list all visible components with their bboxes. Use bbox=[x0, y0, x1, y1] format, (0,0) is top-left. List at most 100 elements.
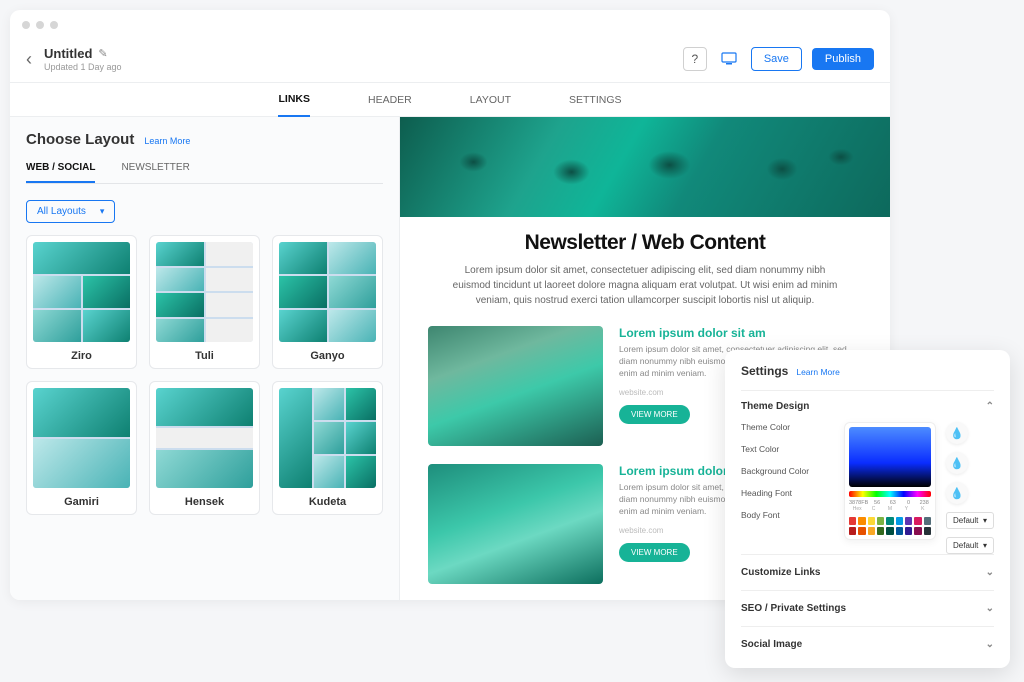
preview-heading: Newsletter / Web Content bbox=[428, 231, 862, 255]
traffic-light-close[interactable] bbox=[22, 21, 30, 29]
preset-swatch[interactable] bbox=[896, 517, 903, 525]
droplet-disabled-icon[interactable]: 💧 bbox=[946, 482, 968, 504]
settings-title: Settings Learn More bbox=[741, 364, 994, 378]
prop-body-font[interactable]: Body Font bbox=[741, 510, 834, 520]
preset-swatch[interactable] bbox=[858, 527, 865, 535]
layout-name: Hensek bbox=[156, 496, 253, 508]
preset-swatch[interactable] bbox=[924, 517, 931, 525]
prop-heading-font[interactable]: Heading Font bbox=[741, 488, 834, 498]
prop-theme-color[interactable]: Theme Color bbox=[741, 422, 834, 432]
subtab-newsletter[interactable]: NEWSLETTER bbox=[121, 162, 189, 183]
theme-properties: Theme Color Text Color Background Color … bbox=[741, 422, 834, 520]
section-label: Social Image bbox=[741, 639, 802, 650]
layout-card-hensek[interactable]: Hensek bbox=[149, 381, 260, 515]
view-more-button[interactable]: VIEW MORE bbox=[619, 543, 690, 562]
chevron-down-icon: ▾ bbox=[983, 541, 987, 550]
chevron-down-icon: ⌄ bbox=[986, 603, 994, 614]
filter-label: All Layouts bbox=[37, 206, 86, 217]
hero-image bbox=[400, 117, 890, 217]
preview-description: Lorem ipsum dolor sit amet, consectetuer… bbox=[445, 263, 845, 308]
view-more-button[interactable]: VIEW MORE bbox=[619, 405, 690, 424]
tab-layout[interactable]: LAYOUT bbox=[470, 84, 511, 116]
preset-swatch[interactable] bbox=[877, 527, 884, 535]
preview-desktop-icon[interactable] bbox=[717, 47, 741, 71]
body-font-select[interactable]: Default▾ bbox=[946, 537, 994, 554]
color-presets[interactable] bbox=[849, 517, 931, 535]
article-image bbox=[428, 464, 603, 584]
article-image bbox=[428, 326, 603, 446]
preset-swatch[interactable] bbox=[849, 517, 856, 525]
layout-card-kudeta[interactable]: Kudeta bbox=[272, 381, 383, 515]
preset-swatch[interactable] bbox=[886, 527, 893, 535]
tab-settings[interactable]: SETTINGS bbox=[569, 84, 622, 116]
layout-card-tuli[interactable]: Tuli bbox=[149, 235, 260, 369]
preset-swatch[interactable] bbox=[914, 527, 921, 535]
droplet-fill-icon[interactable]: 💧 bbox=[946, 422, 968, 444]
settings-title-text: Settings bbox=[741, 364, 788, 378]
layout-grid: Ziro Tuli Ganyo Gamiri Hensek bbox=[26, 235, 383, 515]
chevron-up-icon: ⌃ bbox=[986, 401, 994, 412]
color-gradient[interactable] bbox=[849, 427, 931, 487]
learn-more-link[interactable]: Learn More bbox=[144, 136, 190, 146]
back-button[interactable]: ‹ bbox=[26, 49, 32, 70]
heading-font-select[interactable]: Default▾ bbox=[946, 512, 994, 529]
chevron-down-icon: ▾ bbox=[983, 516, 987, 525]
section-theme-design: Theme Design ⌃ Theme Color Text Color Ba… bbox=[741, 390, 994, 554]
preset-swatch[interactable] bbox=[905, 517, 912, 525]
preset-swatch[interactable] bbox=[905, 527, 912, 535]
hue-slider[interactable] bbox=[849, 491, 931, 497]
tab-links[interactable]: LINKS bbox=[278, 83, 310, 117]
prop-bg-color[interactable]: Background Color bbox=[741, 466, 834, 476]
layout-card-ziro[interactable]: Ziro bbox=[26, 235, 137, 369]
choose-layout-label: Choose Layout bbox=[26, 131, 134, 148]
section-label: SEO / Private Settings bbox=[741, 603, 846, 614]
preset-swatch[interactable] bbox=[886, 517, 893, 525]
title-area: Untitled ✎ Updated 1 Day ago bbox=[44, 46, 671, 72]
page-title: Untitled bbox=[44, 46, 92, 61]
preset-swatch[interactable] bbox=[896, 527, 903, 535]
chevron-down-icon: ▾ bbox=[100, 206, 105, 217]
subtab-web-social[interactable]: WEB / SOCIAL bbox=[26, 162, 95, 183]
chevron-down-icon: ⌄ bbox=[986, 639, 994, 650]
layout-name: Gamiri bbox=[33, 496, 130, 508]
section-customize-links[interactable]: Customize Links ⌄ bbox=[741, 554, 994, 590]
layout-sidebar: Choose Layout Learn More WEB / SOCIAL NE… bbox=[10, 117, 400, 600]
section-label: Customize Links bbox=[741, 567, 820, 578]
window-titlebar bbox=[10, 10, 890, 40]
droplet-outline-icon[interactable]: 💧 bbox=[946, 452, 968, 474]
preset-swatch[interactable] bbox=[868, 517, 875, 525]
color-mode-icons: 💧 💧 💧 Default▾ Default▾ bbox=[946, 422, 994, 554]
layout-card-gamiri[interactable]: Gamiri bbox=[26, 381, 137, 515]
prop-text-color[interactable]: Text Color bbox=[741, 444, 834, 454]
preset-swatch[interactable] bbox=[868, 527, 875, 535]
main-tabs: LINKS HEADER LAYOUT SETTINGS bbox=[10, 83, 890, 117]
color-picker[interactable]: 3878FB 56 63 0 238 Hex C M Y K bbox=[844, 422, 936, 540]
section-head-theme[interactable]: Theme Design ⌃ bbox=[741, 401, 994, 412]
layout-card-ganyo[interactable]: Ganyo bbox=[272, 235, 383, 369]
layout-name: Tuli bbox=[156, 350, 253, 362]
layout-name: Kudeta bbox=[279, 496, 376, 508]
preset-swatch[interactable] bbox=[914, 517, 921, 525]
section-social-image[interactable]: Social Image ⌄ bbox=[741, 626, 994, 664]
last-updated: Updated 1 Day ago bbox=[44, 62, 671, 72]
help-button[interactable]: ? bbox=[683, 47, 707, 71]
topbar-actions: ? Save Publish bbox=[683, 47, 874, 71]
chevron-down-icon: ⌄ bbox=[986, 567, 994, 578]
settings-learn-more-link[interactable]: Learn More bbox=[796, 367, 839, 377]
preset-swatch[interactable] bbox=[858, 517, 865, 525]
traffic-light-max[interactable] bbox=[50, 21, 58, 29]
preset-swatch[interactable] bbox=[849, 527, 856, 535]
tab-header[interactable]: HEADER bbox=[368, 84, 412, 116]
publish-button[interactable]: Publish bbox=[812, 48, 874, 70]
edit-title-icon[interactable]: ✎ bbox=[98, 47, 107, 60]
preset-swatch[interactable] bbox=[924, 527, 931, 535]
topbar: ‹ Untitled ✎ Updated 1 Day ago ? Save Pu… bbox=[10, 40, 890, 83]
sidebar-heading: Choose Layout Learn More bbox=[26, 131, 383, 148]
save-button[interactable]: Save bbox=[751, 47, 802, 71]
section-seo[interactable]: SEO / Private Settings ⌄ bbox=[741, 590, 994, 626]
settings-panel: Settings Learn More Theme Design ⌃ Theme… bbox=[725, 350, 1010, 668]
layout-name: Ziro bbox=[33, 350, 130, 362]
layout-filter-dropdown[interactable]: All Layouts ▾ bbox=[26, 200, 115, 223]
traffic-light-min[interactable] bbox=[36, 21, 44, 29]
preset-swatch[interactable] bbox=[877, 517, 884, 525]
